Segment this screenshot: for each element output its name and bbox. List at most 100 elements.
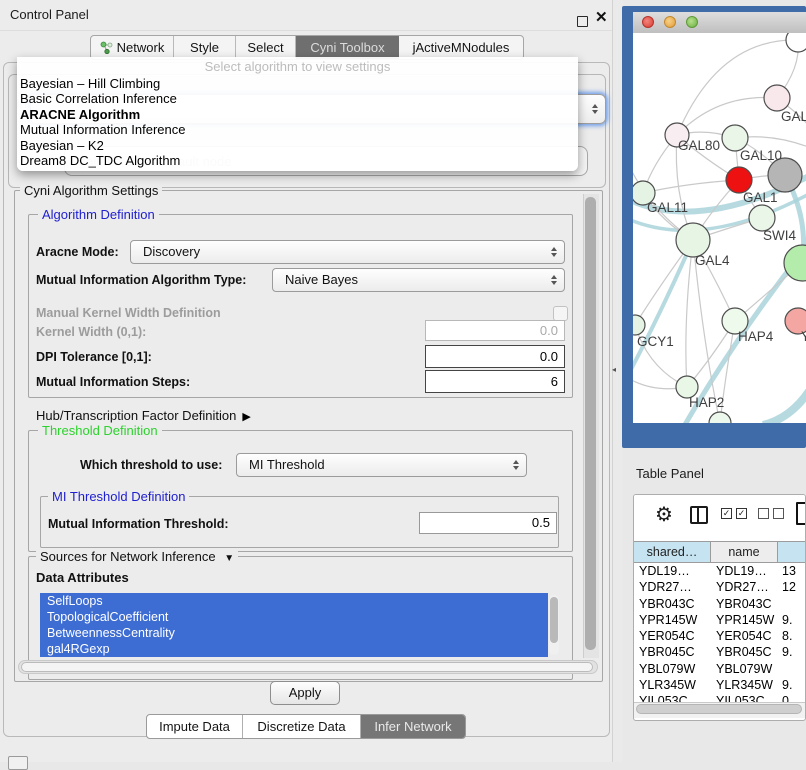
- algorithm-definition-title: Algorithm Definition: [38, 207, 159, 222]
- select-all-checkbox-icon[interactable]: ✓: [721, 508, 732, 519]
- data-attribute-item[interactable]: TopologicalCoefficient: [40, 609, 548, 625]
- close-icon[interactable]: ✕: [595, 10, 608, 25]
- column-header-name[interactable]: name: [711, 542, 778, 562]
- node-label: HAP4: [738, 329, 774, 344]
- aracne-mode-value: Discovery: [143, 244, 200, 259]
- tab-jactivemnodules[interactable]: jActiveMNodules: [399, 36, 523, 59]
- which-threshold-value: MI Threshold: [249, 457, 325, 472]
- network-node[interactable]: [786, 33, 806, 52]
- mi-steps-input[interactable]: 6: [425, 370, 565, 393]
- deselect-all-checkbox-icon[interactable]: [773, 508, 784, 519]
- data-attribute-item[interactable]: SelfLoops: [40, 593, 548, 609]
- manual-kernel-width-checkbox[interactable]: [553, 306, 568, 321]
- data-attribute-item[interactable]: gal4RGexp: [40, 641, 548, 657]
- network-edge[interactable]: [686, 240, 693, 387]
- table-cell: 13: [778, 563, 806, 579]
- algorithm-option[interactable]: Dream8 DC_TDC Algorithm: [17, 153, 578, 168]
- combo-spinner-icon: [513, 460, 519, 470]
- table-toolbar: ⚙ ✓ ✓: [634, 495, 806, 539]
- network-window-titlebar[interactable]: [633, 12, 806, 34]
- settings-vertical-scrollbar-thumb[interactable]: [585, 197, 596, 650]
- network-node-gcy1[interactable]: [633, 315, 645, 335]
- algorithm-option[interactable]: Bayesian – Hill Climbing: [17, 76, 578, 91]
- table-row[interactable]: YLR345WYLR345W9.: [634, 677, 806, 693]
- network-node[interactable]: [709, 412, 731, 423]
- algorithm-option[interactable]: Bayesian – K2: [17, 138, 578, 153]
- minimized-panel-button[interactable]: [8, 756, 28, 770]
- tab-discretize-data-label: Discretize Data: [257, 719, 345, 734]
- node-label: HAP2: [689, 395, 724, 410]
- zoom-traffic-light-icon[interactable]: [686, 16, 698, 28]
- network-canvas[interactable]: GAL2GAL80GAL10GAL1GAL11SWI4GAL4HAP4YGCY1…: [633, 33, 806, 423]
- algorithm-option[interactable]: Basic Correlation Inference: [17, 91, 578, 106]
- network-node-gal2[interactable]: [764, 85, 790, 111]
- tab-discretize-data[interactable]: Discretize Data: [243, 715, 361, 738]
- tab-cyni-toolbox-label: Cyni Toolbox: [310, 40, 384, 55]
- network-nodes-icon: [100, 41, 113, 54]
- tab-select[interactable]: Select: [236, 36, 296, 59]
- deselect-all-checkbox-icon[interactable]: [758, 508, 769, 519]
- table-cell: YDL19…: [711, 563, 778, 579]
- tab-select-label: Select: [247, 40, 283, 55]
- gear-icon[interactable]: ⚙: [655, 504, 673, 526]
- network-node-gal4[interactable]: [676, 223, 710, 257]
- network-edge[interactable]: [633, 240, 693, 375]
- mi-threshold-input[interactable]: 0.5: [419, 512, 557, 534]
- tab-network[interactable]: Network: [91, 36, 174, 59]
- table-horizontal-scrollbar-thumb[interactable]: [636, 704, 802, 714]
- network-edge[interactable]: [643, 180, 739, 193]
- which-threshold-combobox[interactable]: MI Threshold: [236, 453, 527, 477]
- table-cell: YER054C: [634, 628, 711, 644]
- table-row[interactable]: YER054CYER054C8.: [634, 628, 806, 644]
- tab-impute-data[interactable]: Impute Data: [147, 715, 243, 738]
- table-cell: YLR345W: [711, 677, 778, 693]
- algorithm-option[interactable]: Mutual Information Inference: [17, 122, 578, 137]
- algorithm-option-list: Bayesian – Hill ClimbingBasic Correlatio…: [17, 76, 578, 168]
- collapse-down-icon[interactable]: ▼: [224, 553, 234, 564]
- dpi-tolerance-input[interactable]: 0.0: [425, 345, 565, 368]
- table-row[interactable]: YBR043CYBR043C: [634, 596, 806, 612]
- algorithm-option[interactable]: ARACNE Algorithm: [17, 107, 578, 122]
- table-cell: YER054C: [711, 628, 778, 644]
- table-row[interactable]: YDL19…YDL19…13: [634, 563, 806, 579]
- tab-cyni-toolbox[interactable]: Cyni Toolbox: [296, 36, 399, 59]
- table-cell: [778, 661, 806, 677]
- tab-style-label: Style: [190, 40, 219, 55]
- table-row[interactable]: YPR145WYPR145W9.: [634, 612, 806, 628]
- table-row[interactable]: YBL079WYBL079W: [634, 661, 806, 677]
- tab-network-label: Network: [117, 40, 165, 55]
- tab-style[interactable]: Style: [174, 36, 236, 59]
- dpi-tolerance-label: DPI Tolerance [0,1]:: [36, 350, 152, 364]
- data-attributes-list[interactable]: SelfLoopsTopologicalCoefficientBetweenne…: [40, 593, 548, 657]
- hub-definition-expander[interactable]: Hub/Transcription Factor Definition▶: [36, 408, 251, 423]
- kernel-width-input[interactable]: 0.0: [425, 320, 565, 341]
- columns-icon[interactable]: [690, 506, 708, 524]
- apply-button[interactable]: Apply: [270, 681, 340, 705]
- mi-algorithm-type-label: Mutual Information Algorithm Type:: [36, 273, 246, 287]
- mi-steps-label: Mutual Information Steps:: [36, 375, 190, 389]
- table-row[interactable]: YBR045CYBR045C9.: [634, 644, 806, 660]
- data-attribute-item[interactable]: BetweennessCentrality: [40, 625, 548, 641]
- aracne-mode-label: Aracne Mode:: [36, 245, 119, 259]
- settings-horizontal-scrollbar-thumb[interactable]: [21, 662, 593, 672]
- float-window-icon[interactable]: [577, 16, 588, 27]
- mi-algorithm-type-combobox[interactable]: Naive Bayes: [272, 268, 565, 292]
- aracne-mode-combobox[interactable]: Discovery: [130, 240, 565, 264]
- minimize-traffic-light-icon[interactable]: [664, 16, 676, 28]
- select-all-checkbox-icon[interactable]: ✓: [736, 508, 747, 519]
- network-node[interactable]: [768, 158, 802, 192]
- splitter-collapse-icon[interactable]: ◂: [612, 365, 616, 374]
- column-header-partial[interactable]: [778, 542, 806, 562]
- tab-infer-network[interactable]: Infer Network: [361, 715, 465, 738]
- attribute-list-scrollbar-thumb[interactable]: [550, 597, 558, 643]
- kernel-width-label: Kernel Width (0,1):: [36, 325, 146, 339]
- table-cell: YLR345W: [634, 677, 711, 693]
- table-row[interactable]: YDR27…YDR27…12: [634, 579, 806, 595]
- network-edge[interactable]: [763, 385, 806, 423]
- close-traffic-light-icon[interactable]: [642, 16, 654, 28]
- table-cell: YBL079W: [711, 661, 778, 677]
- export-table-icon[interactable]: [796, 502, 806, 525]
- combo-spinner-icon: [551, 275, 557, 285]
- table-cell: YBR045C: [711, 644, 778, 660]
- column-header-shared-name[interactable]: shared…: [634, 542, 711, 562]
